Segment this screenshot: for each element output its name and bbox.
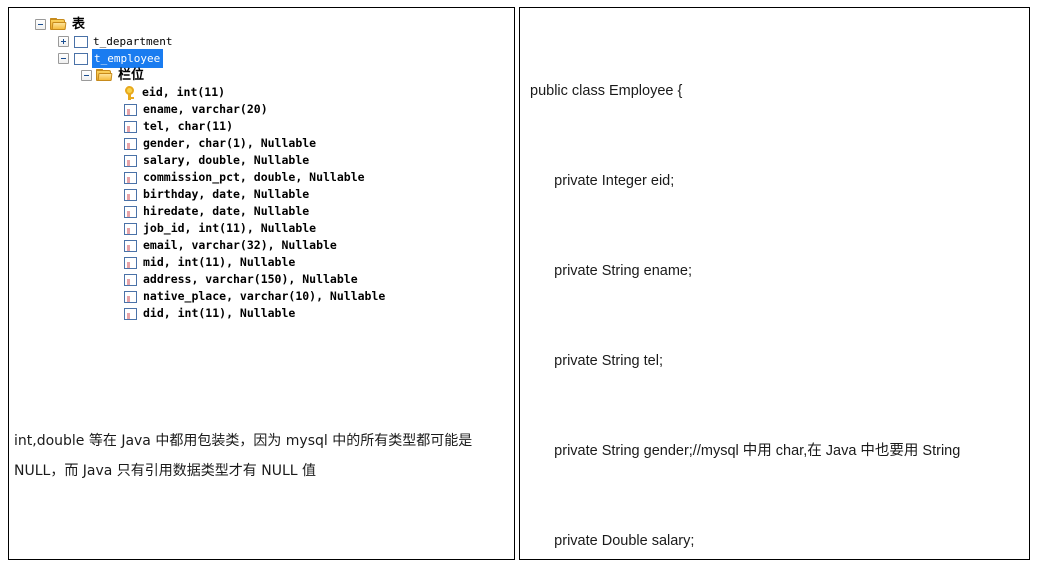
tree-item-column[interactable]: mid, int(11), Nullable	[9, 254, 514, 271]
column-icon	[124, 205, 137, 218]
key-icon	[124, 85, 136, 100]
tree-node-columns-folder[interactable]: 栏位	[9, 67, 514, 84]
tree-item-column[interactable]: ename, varchar(20)	[9, 101, 514, 118]
database-tree-panel: 表 t_department t_employee 栏位 eid, int(11…	[8, 7, 515, 560]
collapse-expander-icon[interactable]	[35, 19, 46, 30]
column-label: native_place, varchar(10), Nullable	[143, 289, 386, 303]
code-line: public class Employee {	[530, 83, 683, 99]
column-icon	[124, 239, 137, 252]
two-column-layout: 表 t_department t_employee 栏位 eid, int(11…	[8, 7, 1030, 567]
tree-node-t-employee[interactable]: t_employee	[9, 49, 514, 68]
tree-item-column[interactable]: eid, int(11)	[9, 84, 514, 101]
folder-icon	[50, 18, 67, 31]
column-icon	[124, 188, 137, 201]
column-icon	[124, 222, 137, 235]
code-line: private String gender;//mysql 中用 char,在 …	[530, 443, 961, 459]
column-label: address, varchar(150), Nullable	[143, 272, 358, 286]
column-icon	[124, 171, 137, 184]
collapse-expander-icon[interactable]	[58, 53, 69, 64]
tree-item-column[interactable]: address, varchar(150), Nullable	[9, 271, 514, 288]
folder-icon	[96, 69, 113, 82]
tree-item-column[interactable]: gender, char(1), Nullable	[9, 135, 514, 152]
tree-item-column[interactable]: did, int(11), Nullable	[9, 305, 514, 322]
column-icon	[124, 137, 137, 150]
tree-node-tables-root[interactable]: 表	[9, 16, 514, 33]
code-line: private String tel;	[530, 353, 663, 369]
tree-node-label: t_department	[93, 35, 173, 48]
tree-node-label: 栏位	[118, 68, 145, 83]
column-label: did, int(11), Nullable	[143, 306, 296, 320]
column-label: mid, int(11), Nullable	[143, 255, 296, 269]
tree-item-column[interactable]: native_place, varchar(10), Nullable	[9, 288, 514, 305]
column-label: ename, varchar(20)	[143, 102, 268, 116]
java-code-panel: public class Employee { private Integer …	[519, 7, 1030, 560]
table-icon	[74, 52, 88, 65]
tree-node-t-department[interactable]: t_department	[9, 33, 514, 50]
tree-node-label: 表	[72, 17, 86, 32]
table-icon	[74, 35, 88, 48]
column-label: eid, int(11)	[142, 85, 226, 99]
column-label: birthday, date, Nullable	[143, 187, 310, 201]
tree-item-column[interactable]: salary, double, Nullable	[9, 152, 514, 169]
tree-item-column[interactable]: commission_pct, double, Nullable	[9, 169, 514, 186]
tree-item-column[interactable]: tel, char(11)	[9, 118, 514, 135]
column-label: commission_pct, double, Nullable	[143, 170, 365, 184]
column-icon	[124, 103, 137, 116]
column-label: tel, char(11)	[143, 119, 234, 133]
code-line: private String ename;	[530, 263, 692, 279]
screenshot-root: 表 t_department t_employee 栏位 eid, int(11…	[0, 0, 1038, 560]
column-icon	[124, 154, 137, 167]
column-label: job_id, int(11), Nullable	[143, 221, 317, 235]
column-label: email, varchar(32), Nullable	[143, 238, 337, 252]
code-line: private Integer eid;	[530, 173, 675, 189]
database-tree: 表 t_department t_employee 栏位 eid, int(11…	[9, 16, 514, 322]
column-label: gender, char(1), Nullable	[143, 136, 317, 150]
tree-item-column[interactable]: email, varchar(32), Nullable	[9, 237, 514, 254]
tree-node-label-selected: t_employee	[92, 49, 164, 68]
column-icon	[124, 307, 137, 320]
column-icon	[124, 273, 137, 286]
expand-expander-icon[interactable]	[58, 36, 69, 47]
tree-item-column[interactable]: job_id, int(11), Nullable	[9, 220, 514, 237]
column-label: hiredate, date, Nullable	[143, 204, 310, 218]
tree-item-column[interactable]: birthday, date, Nullable	[9, 186, 514, 203]
java-code-block: public class Employee { private Integer …	[530, 16, 1022, 559]
column-label: salary, double, Nullable	[143, 153, 310, 167]
column-icon	[124, 290, 137, 303]
column-icon	[124, 256, 137, 269]
note-paragraph: int,double 等在 Java 中都用包装类，因为 mysql 中的所有类…	[14, 433, 477, 479]
tree-item-column[interactable]: hiredate, date, Nullable	[9, 203, 514, 220]
column-icon	[124, 120, 137, 133]
collapse-expander-icon[interactable]	[81, 70, 92, 81]
code-line: private Double salary;	[530, 533, 695, 549]
